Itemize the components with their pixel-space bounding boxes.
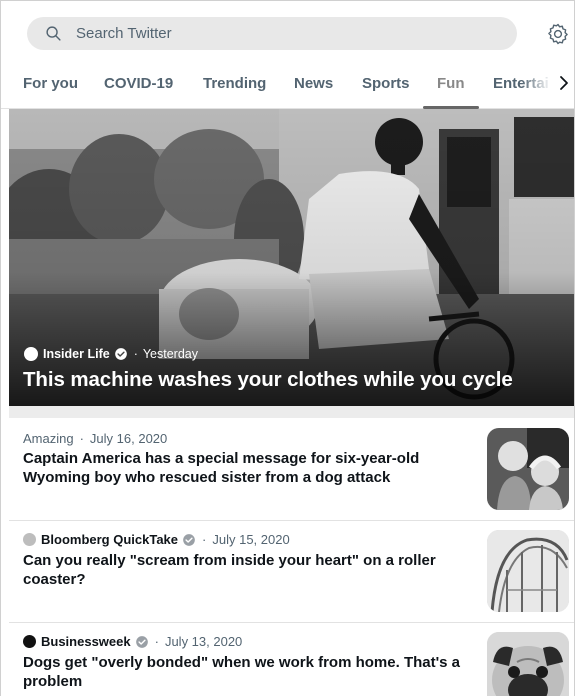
- story-source[interactable]: Bloomberg QuickTake: [41, 532, 178, 547]
- explore-panel: For you COVID-19 Trending News Sports Fu…: [0, 0, 575, 696]
- pug-dog-photo: [487, 632, 569, 696]
- search-box[interactable]: [27, 17, 517, 50]
- story-separator: ·: [202, 532, 207, 547]
- story-source[interactable]: Businessweek: [41, 634, 131, 649]
- story-date: July 13, 2020: [164, 634, 243, 649]
- gear-icon[interactable]: [546, 22, 570, 46]
- tab-trending[interactable]: Trending: [203, 75, 266, 92]
- explore-tabs: For you COVID-19 Trending News Sports Fu…: [1, 59, 574, 109]
- story-thumbnail[interactable]: [487, 632, 569, 696]
- insider-life-logo: [24, 347, 38, 361]
- search-icon: [46, 26, 61, 41]
- story-meta: Bloomberg QuickTake · July 15, 2020: [23, 532, 290, 547]
- tab-sports[interactable]: Sports: [362, 75, 410, 92]
- verified-badge-icon: [135, 635, 148, 648]
- hero-image: [9, 109, 574, 406]
- story-title[interactable]: Captain America has a special message fo…: [23, 449, 463, 487]
- story-separator: ·: [79, 431, 84, 446]
- story-item[interactable]: Businessweek · July 13, 2020 Dogs get "o…: [9, 623, 574, 696]
- hero-separator: ·: [133, 347, 138, 361]
- tab-news[interactable]: News: [294, 75, 333, 92]
- story-separator: ·: [154, 634, 159, 649]
- search-input[interactable]: [76, 25, 476, 42]
- story-date: July 15, 2020: [212, 532, 290, 547]
- story-thumbnail[interactable]: [487, 428, 569, 510]
- story-date: July 16, 2020: [89, 431, 168, 446]
- tab-for-you[interactable]: For you: [23, 75, 78, 92]
- hero-time: Yesterday: [142, 347, 198, 361]
- tab-fun[interactable]: Fun: [437, 75, 465, 92]
- businessweek-logo: [23, 635, 36, 648]
- story-title[interactable]: Dogs get "overly bonded" when we work fr…: [23, 653, 463, 691]
- story-source: Amazing: [23, 431, 74, 446]
- story-title[interactable]: Can you really "scream from inside your …: [23, 551, 463, 589]
- section-divider: [9, 406, 574, 418]
- roller-coaster-photo: [487, 530, 569, 612]
- bloomberg-logo: [23, 533, 36, 546]
- tab-covid-19[interactable]: COVID-19: [104, 75, 173, 92]
- story-item[interactable]: Bloomberg QuickTake · July 15, 2020 Can …: [9, 521, 574, 623]
- story-meta: Amazing · July 16, 2020: [23, 431, 167, 446]
- verified-badge-icon: [114, 348, 127, 360]
- hero-source[interactable]: Insider Life: [43, 347, 110, 361]
- hero-title[interactable]: This machine washes your clothes while y…: [23, 368, 513, 392]
- hero-story[interactable]: Insider Life · Yesterday This machine wa…: [9, 109, 574, 406]
- story-thumbnail[interactable]: [487, 530, 569, 612]
- story-meta: Businessweek · July 13, 2020: [23, 634, 242, 649]
- verified-badge-icon: [183, 533, 195, 546]
- two-children-photo: [487, 428, 569, 510]
- hero-meta: Insider Life · Yesterday: [24, 347, 198, 361]
- chevron-right-icon[interactable]: [557, 74, 571, 92]
- search-row: [1, 1, 574, 59]
- story-item[interactable]: Amazing · July 16, 2020 Captain America …: [9, 418, 574, 521]
